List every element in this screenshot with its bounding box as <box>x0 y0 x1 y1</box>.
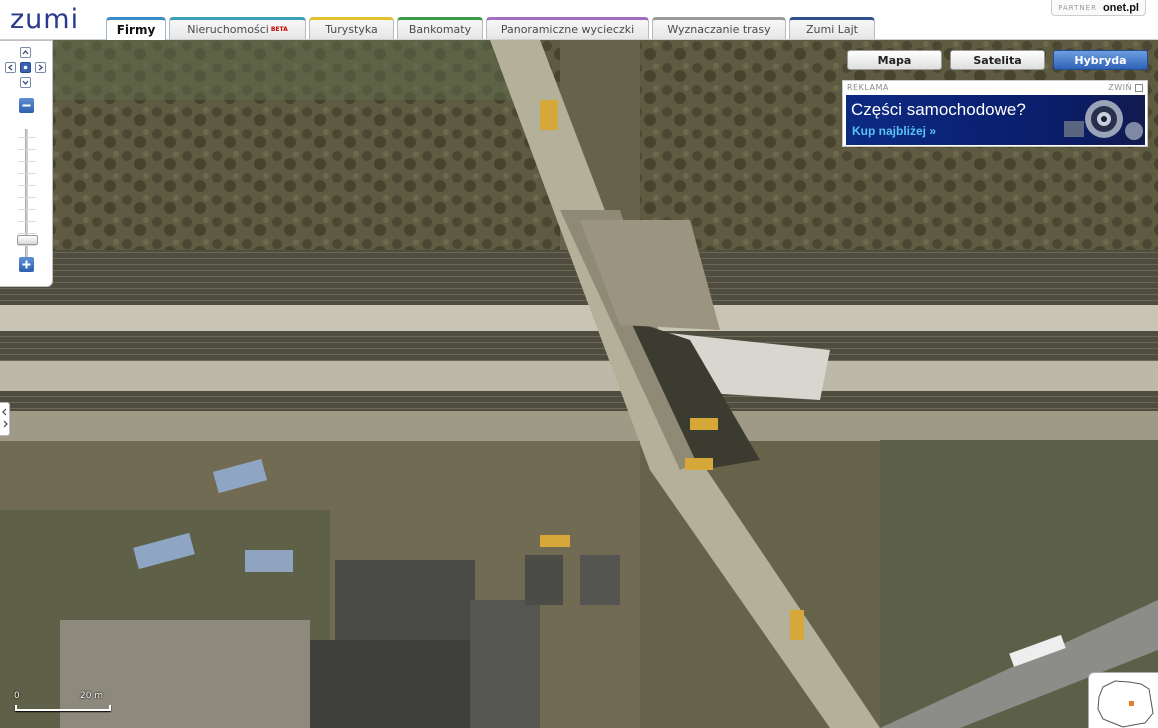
zoom-tick <box>18 137 36 138</box>
map-scale: 0 20 m <box>12 690 112 720</box>
beta-badge: BETA <box>270 26 288 33</box>
pan-down-button[interactable] <box>20 77 31 88</box>
side-panel-toggle[interactable] <box>0 402 10 436</box>
tab-label: Zumi Lajt <box>805 23 858 36</box>
partner-badge[interactable]: PARTNER onet.pl <box>1051 0 1146 16</box>
zoom-slider-thumb[interactable] <box>17 234 38 245</box>
partner-label: PARTNER <box>1058 3 1097 12</box>
tab-label: Nieruchomości <box>187 23 269 36</box>
ad-title: Części samochodowe? <box>851 100 1026 119</box>
pan-right-button[interactable] <box>35 62 46 73</box>
zoom-in-button[interactable] <box>19 257 34 272</box>
zoom-tick <box>18 161 36 162</box>
zoom-tick <box>18 245 36 246</box>
poland-outline-icon <box>1097 680 1154 728</box>
zoom-tick <box>18 209 36 210</box>
ad-label: REKLAMA <box>847 83 889 92</box>
map-type-switcher: Mapa Satelita Hybryda <box>847 50 1148 70</box>
zoom-tick <box>18 197 36 198</box>
tab-label: Turystyka <box>325 23 378 36</box>
ad-cta-link[interactable]: Kup najbliżej » <box>852 124 936 138</box>
tab-zumi-lajt[interactable]: Zumi Lajt <box>789 17 875 39</box>
logo-text: zumi <box>10 4 80 35</box>
zoom-tick <box>18 233 36 234</box>
map-type-hybryda-button[interactable]: Hybryda <box>1053 50 1148 70</box>
chevron-down-icon <box>22 80 29 86</box>
map-type-satelita-button[interactable]: Satelita <box>950 50 1045 70</box>
map-type-mapa-button[interactable]: Mapa <box>847 50 942 70</box>
pan-center-button[interactable] <box>20 62 31 73</box>
overview-minimap[interactable] <box>1088 672 1158 728</box>
tab-wyznaczanie-trasy[interactable]: Wyznaczanie trasy <box>652 17 786 39</box>
tab-panoramiczne-wycieczki[interactable]: Panoramiczne wycieczki <box>486 17 649 39</box>
header: zumi Firmy Nieruchomości BETA Turystyka Bank… <box>0 0 1158 40</box>
tab-turystyka[interactable]: Turystyka <box>309 17 394 39</box>
chevron-up-icon <box>22 49 29 55</box>
tab-label: Wyznaczanie trasy <box>667 23 771 36</box>
tab-label: Panoramiczne wycieczki <box>500 23 635 36</box>
center-dot-icon <box>23 65 28 70</box>
scale-start-label: 0 <box>14 691 20 701</box>
scale-bar <box>15 705 111 711</box>
tab-firmy[interactable]: Firmy <box>106 17 166 40</box>
map-navigation-control <box>0 40 53 287</box>
tab-label: Firmy <box>116 23 156 37</box>
tab-nieruchomości[interactable]: Nieruchomości BETA <box>169 17 306 39</box>
main-tabs: Firmy Nieruchomości BETA Turystyka Bankomaty… <box>106 17 875 40</box>
advertisement-panel: REKLAMA ZWIŃ Części samochodowe? Kup naj… <box>842 80 1148 147</box>
app-root: zumi Firmy Nieruchomości BETA Turystyka Bank… <box>0 0 1158 728</box>
tab-label: Bankomaty <box>408 23 472 36</box>
zumi-logo[interactable]: zumi <box>10 4 79 35</box>
zoom-out-button[interactable] <box>19 98 34 113</box>
ad-collapse-label: ZWIŃ <box>1108 83 1132 92</box>
zoom-tick <box>18 173 36 174</box>
chevron-left-right-icon <box>1 408 8 428</box>
partner-name: onet.pl <box>1102 1 1139 14</box>
zoom-tick <box>18 221 36 222</box>
bearing-icon <box>1064 100 1143 140</box>
minus-icon <box>22 104 31 107</box>
pan-up-button[interactable] <box>20 47 31 58</box>
tab-bankomaty[interactable]: Bankomaty <box>397 17 483 39</box>
checkbox-icon <box>1135 83 1143 92</box>
pan-left-button[interactable] <box>5 62 16 73</box>
scale-end-label: 20 m <box>80 691 104 701</box>
chevron-right-icon <box>38 64 44 71</box>
chevron-left-icon <box>7 64 13 71</box>
zoom-tick <box>18 185 36 186</box>
zoom-tick <box>18 149 36 150</box>
ad-banner[interactable]: Części samochodowe? Kup najbliżej » <box>846 95 1145 145</box>
ad-collapse-button[interactable]: ZWIŃ <box>1108 83 1143 92</box>
plus-icon <box>22 260 31 269</box>
